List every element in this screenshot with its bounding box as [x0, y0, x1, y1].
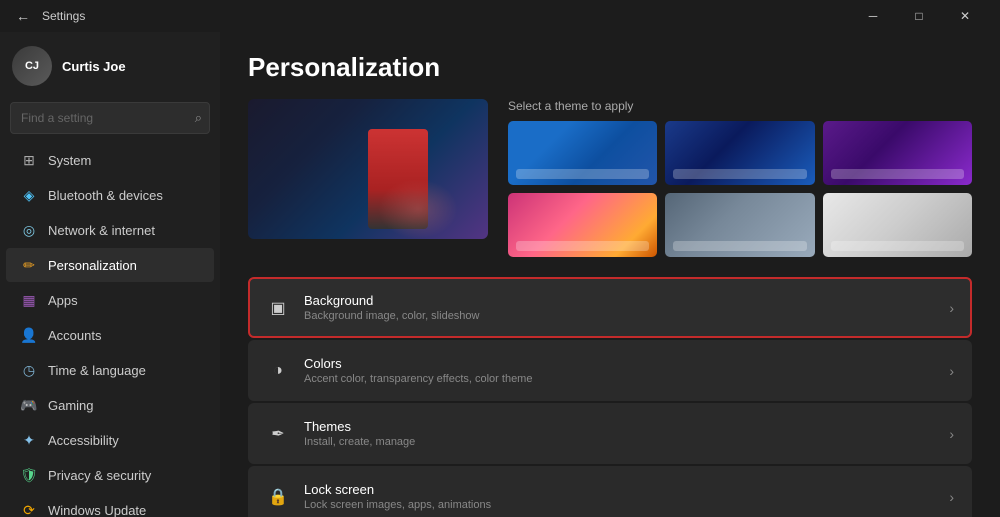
settings-item-text-background: Background Background image, color, slide… [304, 293, 479, 322]
titlebar: ← Settings ─ □ ✕ [0, 0, 1000, 32]
settings-item-left-colors: ◑ Colors Accent color, transparency effect… [266, 356, 532, 385]
wallpaper-preview [248, 99, 488, 239]
settings-item-themes[interactable]: ✒ Themes Install, create, manage › [248, 403, 972, 464]
theme-section: Select a theme to apply [248, 99, 972, 257]
sidebar-item-label-network: Network & internet [48, 223, 155, 238]
sidebar-item-bluetooth[interactable]: ◈ Bluetooth & devices [6, 178, 214, 212]
nav-list: ⊞ System ◈ Bluetooth & devices ◎ Network & in… [0, 142, 220, 517]
settings-item-left-themes: ✒ Themes Install, create, manage [266, 419, 415, 448]
themes-icon: ✒ [266, 422, 290, 446]
preview-glow [378, 179, 458, 239]
sidebar-item-label-accounts: Accounts [48, 328, 101, 343]
close-button[interactable]: ✕ [942, 0, 988, 32]
user-info: Curtis Joe [62, 59, 126, 74]
minimize-button[interactable]: ─ [850, 0, 896, 32]
search-box: ⌕ [10, 102, 210, 134]
settings-item-lock-screen[interactable]: 🔒 Lock screen Lock screen images, apps, an… [248, 466, 972, 517]
settings-item-title-background: Background [304, 293, 479, 308]
user-section[interactable]: CJ Curtis Joe [0, 32, 220, 96]
settings-item-title-themes: Themes [304, 419, 415, 434]
titlebar-controls: ─ □ ✕ [850, 0, 988, 32]
sidebar-item-label-windows-update: Windows Update [48, 503, 146, 517]
personalization-icon: ✏ [20, 256, 38, 274]
titlebar-title-text: Settings [42, 9, 85, 23]
chevron-icon-colors: › [949, 363, 954, 379]
maximize-button[interactable]: □ [896, 0, 942, 32]
sidebar-item-label-bluetooth: Bluetooth & devices [48, 188, 163, 203]
sidebar-item-windows-update[interactable]: ⟳ Windows Update [6, 493, 214, 517]
gaming-icon: 🎮 [20, 396, 38, 414]
theme-thumb-5[interactable] [665, 193, 814, 257]
settings-item-left-background: ▣ Background Background image, color, slid… [266, 293, 479, 322]
theme-grid-section: Select a theme to apply [508, 99, 972, 257]
sidebar-item-label-gaming: Gaming [48, 398, 94, 413]
sidebar-item-label-personalization: Personalization [48, 258, 137, 273]
settings-item-desc-lock-screen: Lock screen images, apps, animations [304, 499, 491, 511]
settings-item-title-lock-screen: Lock screen [304, 482, 491, 497]
sidebar-item-network[interactable]: ◎ Network & internet [6, 213, 214, 247]
settings-item-text-colors: Colors Accent color, transparency effects… [304, 356, 532, 385]
search-input[interactable] [10, 102, 210, 134]
system-icon: ⊞ [20, 151, 38, 169]
time-icon: ◷ [20, 361, 38, 379]
settings-list: ▣ Background Background image, color, slid… [248, 277, 972, 517]
sidebar-item-system[interactable]: ⊞ System [6, 143, 214, 177]
network-icon: ◎ [20, 221, 38, 239]
colors-icon: ◑ [266, 359, 290, 383]
sidebar-item-label-privacy: Privacy & security [48, 468, 151, 483]
settings-item-colors[interactable]: ◑ Colors Accent color, transparency effect… [248, 340, 972, 401]
sidebar-item-label-accessibility: Accessibility [48, 433, 119, 448]
app-body: CJ Curtis Joe ⌕ ⊞ System ◈ Bluetooth & devi… [0, 32, 1000, 517]
chevron-icon-lock-screen: › [949, 489, 954, 505]
settings-item-text-lock-screen: Lock screen Lock screen images, apps, ani… [304, 482, 491, 511]
sidebar-item-gaming[interactable]: 🎮 Gaming [6, 388, 214, 422]
content-area: Personalization Select a theme to apply [220, 32, 1000, 517]
sidebar-item-privacy[interactable]: 🛡 Privacy & security [6, 458, 214, 492]
avatar: CJ [12, 46, 52, 86]
search-icon: ⌕ [195, 110, 202, 126]
lock-screen-icon: 🔒 [266, 485, 290, 509]
theme-thumb-3[interactable] [823, 121, 972, 185]
theme-select-label: Select a theme to apply [508, 99, 972, 113]
sidebar-item-label-apps: Apps [48, 293, 78, 308]
settings-item-left-lock-screen: 🔒 Lock screen Lock screen images, apps, an… [266, 482, 491, 511]
settings-item-desc-colors: Accent color, transparency effects, colo… [304, 373, 532, 385]
settings-item-desc-themes: Install, create, manage [304, 436, 415, 448]
apps-icon: ▦ [20, 291, 38, 309]
user-name: Curtis Joe [62, 59, 126, 74]
sidebar-item-apps[interactable]: ▦ Apps [6, 283, 214, 317]
sidebar-item-accounts[interactable]: 👤 Accounts [6, 318, 214, 352]
settings-item-desc-background: Background image, color, slideshow [304, 310, 479, 322]
back-button[interactable]: ← [12, 8, 34, 24]
settings-item-background[interactable]: ▣ Background Background image, color, slid… [248, 277, 972, 338]
sidebar-item-label-system: System [48, 153, 91, 168]
theme-thumb-2[interactable] [665, 121, 814, 185]
sidebar-item-personalization[interactable]: ✏ Personalization [6, 248, 214, 282]
background-icon: ▣ [266, 296, 290, 320]
chevron-icon-background: › [949, 300, 954, 316]
bluetooth-icon: ◈ [20, 186, 38, 204]
accessibility-icon: ✦ [20, 431, 38, 449]
theme-grid [508, 121, 972, 257]
chevron-icon-themes: › [949, 426, 954, 442]
page-title: Personalization [248, 52, 972, 83]
windows-update-icon: ⟳ [20, 501, 38, 517]
theme-thumb-1[interactable] [508, 121, 657, 185]
privacy-icon: 🛡 [20, 466, 38, 484]
sidebar-item-label-time: Time & language [48, 363, 146, 378]
sidebar-item-accessibility[interactable]: ✦ Accessibility [6, 423, 214, 457]
titlebar-left: ← Settings [12, 8, 85, 24]
sidebar-item-time[interactable]: ◷ Time & language [6, 353, 214, 387]
sidebar: CJ Curtis Joe ⌕ ⊞ System ◈ Bluetooth & devi… [0, 32, 220, 517]
settings-item-text-themes: Themes Install, create, manage [304, 419, 415, 448]
accounts-icon: 👤 [20, 326, 38, 344]
theme-thumb-6[interactable] [823, 193, 972, 257]
settings-item-title-colors: Colors [304, 356, 532, 371]
theme-thumb-4[interactable] [508, 193, 657, 257]
